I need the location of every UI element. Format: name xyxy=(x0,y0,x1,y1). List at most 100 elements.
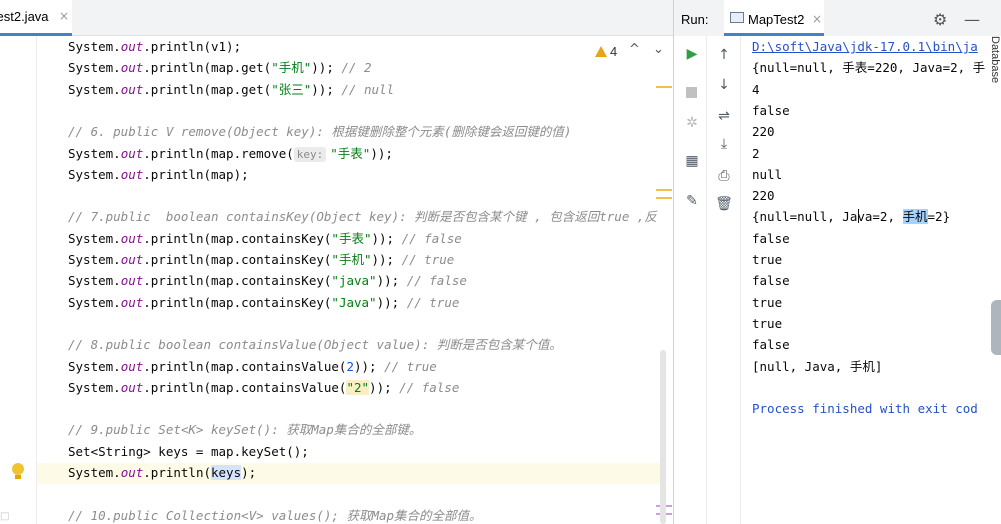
lightbulb-icon[interactable] xyxy=(11,463,25,481)
code-line[interactable]: System.out.println(map.remove(key: "手表"))… xyxy=(68,143,393,164)
pin-icon[interactable]: ✎ xyxy=(682,191,702,211)
console-line: true xyxy=(752,292,782,313)
code-line[interactable]: System.out.println(map.containsKey("Java… xyxy=(68,292,459,313)
code-token: .println(map.containsValue( xyxy=(143,379,347,395)
database-side-tab[interactable]: Database xyxy=(987,36,1001,106)
code-token: // 6. public V remove(Object key): 根据键删除… xyxy=(68,124,572,140)
code-line[interactable]: // 7.public boolean containsKey(Object k… xyxy=(68,206,657,227)
side-panel-handle[interactable] xyxy=(991,300,1001,355)
code-token: )); xyxy=(371,252,402,267)
close-icon[interactable]: × xyxy=(59,9,69,23)
code-token: .println(map.remove( xyxy=(143,145,294,161)
selected-text: 手机 xyxy=(902,209,928,225)
print-icon[interactable]: ⎙ xyxy=(714,166,734,186)
warning-count: 4 xyxy=(610,44,618,59)
code-line[interactable]: System.out.println(map); xyxy=(68,164,249,185)
console-exit-message: Process finished with exit cod xyxy=(752,398,978,419)
console-command-link[interactable]: D:\soft\Java\jdk-17.0.1\bin\ja xyxy=(752,36,978,57)
console-line: {null=null, 手表=220, Java=2, 手 xyxy=(752,57,985,78)
gear-icon[interactable]: ⚙ xyxy=(933,10,947,29)
code-line[interactable]: System.out.println(map.containsValue("2"… xyxy=(68,377,459,398)
code-token: "手机" xyxy=(331,252,372,267)
console-text: Process finished with exit cod xyxy=(752,401,978,417)
code-token: "手机" xyxy=(271,60,312,76)
code-token: .println(map.containsValue( xyxy=(143,358,347,374)
code-token: out xyxy=(120,166,144,182)
console-line: 220 xyxy=(752,185,775,206)
code-token: // 2 xyxy=(341,60,372,76)
code-token: .println( xyxy=(143,465,211,480)
console-output[interactable]: D:\soft\Java\jdk-17.0.1\bin\ja {null=null… xyxy=(752,36,987,524)
debug-icon[interactable]: ✲ xyxy=(682,113,702,133)
console-text: 2 xyxy=(752,145,760,161)
code-line[interactable]: System.out.println(map.get("手机")); // 2 xyxy=(68,57,371,78)
run-config-tab[interactable]: MapTest2 × xyxy=(724,0,824,36)
code-token: 2 xyxy=(346,358,354,374)
code-token: System. xyxy=(68,166,121,182)
editor-scrollbar[interactable] xyxy=(660,350,666,524)
scrollbar-marker[interactable] xyxy=(656,86,672,88)
next-highlight-icon[interactable]: ⌄ xyxy=(653,42,664,57)
code-line[interactable]: // 10.public Collection<V> values(); 获取M… xyxy=(68,505,482,524)
code-line[interactable]: System.out.println(map.containsKey("手机")… xyxy=(68,249,454,270)
layout-icon[interactable]: ▦ xyxy=(682,151,702,171)
rerun-icon[interactable]: ▶ xyxy=(682,44,702,64)
code-line[interactable]: System.out.println(map.containsKey("java… xyxy=(68,270,467,291)
code-token: // true xyxy=(401,252,455,267)
code-token: out xyxy=(120,81,144,97)
inspection-widget[interactable]: 4 ^ ⌄ xyxy=(595,42,664,60)
code-line[interactable]: System.out.println(v1); xyxy=(68,36,241,57)
previous-highlight-icon[interactable]: ^ xyxy=(629,42,640,57)
editor-tab[interactable]: Test2.java × xyxy=(0,0,72,36)
console-text: 220 xyxy=(752,124,775,140)
soft-wrap-icon[interactable]: ⇌ xyxy=(714,106,734,126)
code-line[interactable]: System.out.println(map.containsKey("手表")… xyxy=(68,228,462,249)
code-line[interactable]: System.out.println(map.get("张三")); // nu… xyxy=(68,79,394,100)
line-gutter[interactable] xyxy=(0,36,37,524)
scroll-to-end-icon[interactable]: ⤓ xyxy=(714,134,734,154)
fold-icon[interactable]: □ xyxy=(0,511,9,522)
console-text: {null=null, Java=2, 手机=2} xyxy=(752,209,951,225)
code-editor[interactable]: Test2.java × □ System.out.println(v1);Sy… xyxy=(0,0,673,524)
scrollbar-marker[interactable] xyxy=(656,197,672,199)
run-toolbar-left: ▶ ✲ ▦ ✎ xyxy=(678,36,704,524)
console-icon xyxy=(730,12,744,23)
code-token: // 10.public Collection<V> values(); 获取M… xyxy=(68,507,482,523)
code-token: .println(map.get( xyxy=(143,81,272,97)
code-token: out xyxy=(120,379,144,395)
warning-icon xyxy=(595,46,607,57)
code-line[interactable]: // 9.public Set<K> keySet(): 获取Map集合的全部键… xyxy=(68,419,421,440)
console-line: null xyxy=(752,164,782,185)
console-text: {null=null, 手表=220, Java=2, 手 xyxy=(752,60,986,76)
code-token: // null xyxy=(341,81,395,97)
code-token: .println(map.containsKey( xyxy=(143,273,332,289)
code-token: ); xyxy=(241,465,257,480)
close-icon[interactable]: × xyxy=(812,12,822,26)
console-text: 4 xyxy=(752,81,760,97)
console-text: [null, Java, 手机] xyxy=(752,358,883,374)
run-header: Run: MapTest2 × ⚙ — xyxy=(674,0,1001,36)
toolbar-divider xyxy=(706,36,707,524)
scrollbar-marker[interactable] xyxy=(656,189,672,191)
code-token: System. xyxy=(68,145,121,161)
code-token: System. xyxy=(68,252,121,267)
stop-icon[interactable] xyxy=(686,87,697,98)
up-arrow-icon[interactable]: ↑ xyxy=(714,45,734,65)
code-token: out xyxy=(120,465,144,480)
code-line[interactable]: // 6. public V remove(Object key): 根据键删除… xyxy=(68,121,571,142)
code-token: out xyxy=(120,60,144,76)
code-token: keys xyxy=(211,465,242,480)
console-text: false xyxy=(752,337,790,353)
down-arrow-icon[interactable]: ↓ xyxy=(714,75,734,95)
code-line[interactable]: Set<String> keys = map.keySet(); xyxy=(68,441,309,462)
code-line[interactable]: System.out.println(keys); xyxy=(68,462,256,483)
minimize-icon[interactable]: — xyxy=(964,10,980,29)
code-line[interactable]: System.out.println(map.containsValue(2))… xyxy=(68,356,437,377)
code-line[interactable]: // 8.public boolean containsValue(Object… xyxy=(68,334,562,355)
console-text: D:\soft\Java\jdk-17.0.1\bin\ja xyxy=(752,39,978,54)
code-token: .println(map); xyxy=(143,166,249,182)
gutter-divider xyxy=(36,36,37,524)
code-token: // 8.public boolean containsValue(Object… xyxy=(68,337,562,353)
text-cursor-icon xyxy=(858,209,859,223)
trash-icon[interactable]: 🗑 xyxy=(714,194,734,214)
